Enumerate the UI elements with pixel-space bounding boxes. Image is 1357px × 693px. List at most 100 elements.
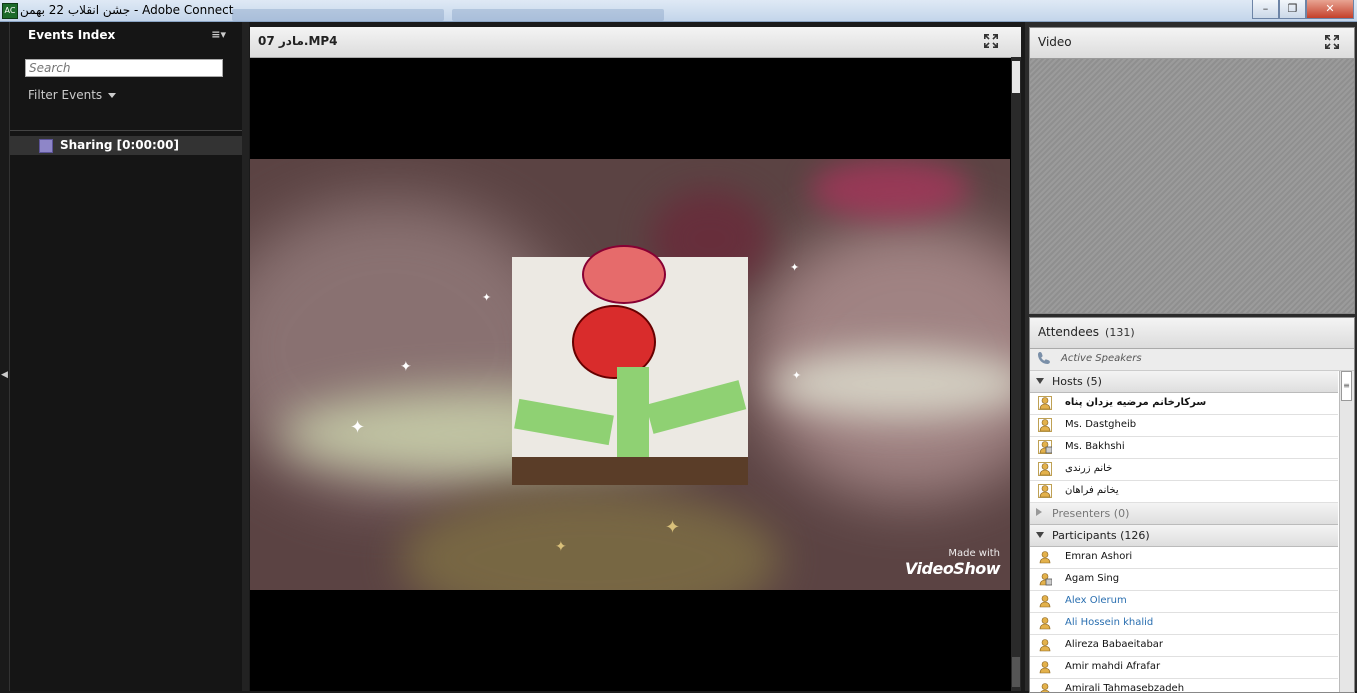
- group-label: Presenters (0): [1052, 507, 1130, 520]
- group-hosts[interactable]: Hosts (5): [1030, 371, 1338, 393]
- table-shape: [512, 457, 748, 485]
- host-avatar-icon: [1038, 396, 1052, 410]
- expanded-triangle-icon: [1036, 378, 1044, 384]
- host-avatar-icon: [1038, 418, 1052, 432]
- watermark-caption: Made with: [948, 548, 1000, 559]
- attendee-row[interactable]: Emran Ashori: [1030, 547, 1338, 569]
- sparkle-icon: ✦: [790, 261, 800, 274]
- sparkle-icon: ✦: [482, 291, 492, 304]
- sharing-layout-icon: [39, 139, 53, 153]
- group-label: Hosts (5): [1052, 375, 1102, 388]
- video-frame[interactable]: ✦ ✦ ✦ ✦ ✦ ✦ ✦ Made with VideoShow: [250, 159, 1010, 590]
- attendee-name: Ms. Dastgheib: [1065, 419, 1137, 430]
- active-speakers-bar: Active Speakers: [1030, 349, 1354, 371]
- collapsed-triangle-icon: [1036, 508, 1042, 516]
- participant-avatar-icon: [1038, 660, 1052, 674]
- videoshow-watermark: Made with VideoShow: [904, 548, 1001, 578]
- attendee-row[interactable]: Amir mahdi Afrafar: [1030, 657, 1338, 679]
- participant-avatar-icon: [1038, 616, 1052, 630]
- divider: [10, 130, 242, 131]
- phone-icon: [1038, 352, 1050, 364]
- sparkle-icon: ✦: [555, 539, 567, 555]
- filter-events-dropdown[interactable]: Filter Events: [28, 88, 117, 102]
- minimize-button[interactable]: –: [1252, 0, 1279, 19]
- participant-screen-avatar-icon: [1038, 572, 1053, 586]
- sparkle-icon: ✦: [792, 369, 802, 382]
- attendee-name: Amir mahdi Afrafar: [1065, 661, 1161, 672]
- attendee-name: یخانم فراهان: [1065, 485, 1119, 496]
- event-item-sharing[interactable]: Sharing [0:00:00]: [10, 136, 242, 155]
- attendee-row[interactable]: سرکارخانم مرضیه یزدان پناه: [1030, 393, 1338, 415]
- participant-avatar-icon: [1038, 594, 1052, 608]
- video-blur-region: [400, 489, 780, 590]
- share-pod-title: مادر 07.MP4: [258, 34, 338, 48]
- attendee-list: Hosts (5) سرکارخانم مرضیه یزدان پناه Ms. …: [1030, 371, 1338, 692]
- attendee-row[interactable]: Ms. Dastgheib: [1030, 415, 1338, 437]
- fullscreen-icon[interactable]: [984, 34, 998, 48]
- host-avatar-icon: [1038, 462, 1052, 476]
- expanded-triangle-icon: [1036, 532, 1044, 538]
- sparkle-icon: ✦: [665, 517, 681, 538]
- attendee-name: سرکارخانم مرضیه یزدان پناه: [1065, 397, 1207, 408]
- attendees-pod-header: Attendees (131): [1030, 318, 1354, 349]
- search-input[interactable]: [25, 59, 223, 77]
- group-presenters[interactable]: Presenters (0): [1030, 503, 1338, 525]
- panel-splitter[interactable]: [242, 22, 249, 691]
- background-taskbar-tab: [452, 9, 664, 21]
- fullscreen-icon[interactable]: [1325, 35, 1339, 49]
- attendee-name: Alex Olerum: [1065, 595, 1127, 606]
- video-pod-title: Video: [1038, 35, 1072, 49]
- scrollbar-thumb[interactable]: [1012, 61, 1020, 93]
- attendee-name: Alireza Babaeitabar: [1065, 639, 1164, 650]
- sparkle-icon: ✦: [350, 417, 366, 438]
- adobe-connect-app-icon: AC: [2, 3, 18, 19]
- sparkle-icon: ✦: [400, 359, 412, 375]
- attendee-row[interactable]: خانم زرندی: [1030, 459, 1338, 481]
- events-index-title: Events Index: [28, 28, 116, 42]
- caret-down-icon: [108, 93, 117, 98]
- attendee-name: خانم زرندی: [1065, 463, 1113, 474]
- scrollbar-thumb-lower[interactable]: [1012, 657, 1020, 687]
- watermark-brand: VideoShow: [904, 559, 1001, 578]
- group-participants[interactable]: Participants (126): [1030, 525, 1338, 547]
- video-card-image: [512, 245, 748, 485]
- leaf-shape: [645, 380, 747, 434]
- attendee-row[interactable]: Alex Olerum: [1030, 591, 1338, 613]
- attendee-row[interactable]: Alireza Babaeitabar: [1030, 635, 1338, 657]
- attendee-row[interactable]: یخانم فراهان: [1030, 481, 1338, 503]
- menu-icon[interactable]: ≡▾: [211, 28, 226, 41]
- attendee-list-scrollbar[interactable]: ≡: [1339, 371, 1354, 692]
- share-pod-header: مادر 07.MP4: [250, 27, 1021, 58]
- close-button[interactable]: ✕: [1306, 0, 1354, 19]
- participant-avatar-icon: [1038, 550, 1052, 564]
- attendees-count: (131): [1105, 326, 1135, 339]
- attendee-row[interactable]: Ali Hossein khalid: [1030, 613, 1338, 635]
- event-item-label: Sharing [0:00:00]: [60, 138, 179, 152]
- attendee-row[interactable]: Agam Sing: [1030, 569, 1338, 591]
- scrollbar-thumb[interactable]: ≡: [1341, 371, 1352, 401]
- attendee-row[interactable]: Ms. Bakhshi: [1030, 437, 1338, 459]
- attendee-row[interactable]: Amirali Tahmasebzadeh: [1030, 679, 1338, 692]
- heart-shape: [582, 245, 666, 304]
- window-title: جشن انقلاب 22 بهمن - Adobe Connect: [20, 3, 234, 17]
- restore-button[interactable]: ❐: [1279, 0, 1306, 19]
- active-speakers-label: Active Speakers: [1061, 353, 1142, 364]
- window-titlebar: AC جشن انقلاب 22 بهمن - Adobe Connect – …: [0, 0, 1357, 22]
- share-pod: مادر 07.MP4 ✦ ✦ ✦ ✦ ✦ ✦ ✦ Made with Vide…: [250, 27, 1021, 691]
- video-blur-region: [810, 159, 970, 219]
- attendees-pod: Attendees (131) Active Speakers Hosts (5)…: [1029, 317, 1355, 693]
- collapse-panel-arrow-icon[interactable]: ◀: [1, 370, 8, 380]
- filter-events-label: Filter Events: [28, 88, 103, 102]
- video-pod-header: Video: [1030, 28, 1354, 59]
- video-pod: Video: [1029, 27, 1355, 314]
- share-pod-scrollbar[interactable]: [1011, 57, 1021, 691]
- right-pods-column: Video Attendees (131) Active Speakers Hos…: [1025, 22, 1357, 693]
- stem-shape: [617, 367, 649, 465]
- host-avatar-icon: [1038, 484, 1052, 498]
- attendee-name: Ali Hossein khalid: [1065, 617, 1154, 628]
- participant-avatar-icon: [1038, 638, 1052, 652]
- attendees-title: Attendees (131): [1038, 325, 1135, 339]
- attendee-name: Ms. Bakhshi: [1065, 441, 1125, 452]
- events-index-header: Events Index ≡▾: [10, 22, 242, 48]
- group-label: Participants (126): [1052, 529, 1150, 542]
